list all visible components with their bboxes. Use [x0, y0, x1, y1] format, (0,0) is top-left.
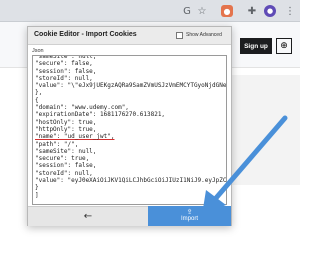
json-line: "session": false, — [35, 162, 97, 170]
extensions-icon[interactable]: ✚ — [246, 5, 258, 17]
popup-footer: ← ⇪ Import — [28, 206, 231, 226]
json-line: "httpOnly": true, — [35, 125, 97, 133]
json-line: "session": false, — [35, 67, 97, 75]
translate-icon[interactable]: G — [181, 5, 193, 17]
signup-button[interactable]: Sign up — [240, 38, 272, 54]
browser-toolbar: G ☆ ● ✚ ● ⋮ — [0, 0, 300, 22]
json-line: "storeId": null, — [35, 169, 93, 177]
menu-icon[interactable]: ⋮ — [284, 5, 296, 17]
json-line: "value": "\"eJx9jUEKgzAQRa9SamZVmUSJzVmE… — [35, 82, 227, 90]
cookie-editor-extension-icon[interactable]: ● — [221, 5, 233, 17]
import-label: Import — [180, 216, 198, 222]
json-line: } — [35, 184, 39, 192]
page-content-block — [232, 75, 300, 185]
json-line: { — [35, 96, 39, 104]
json-content: "sameSite": null, "secure": false, "sessio… — [33, 56, 227, 199]
json-line: "secure": true, — [35, 155, 90, 163]
json-line: "value": "eyJ0eXAiOiJKV1QiLCJhbGciOiJIUz… — [35, 177, 227, 185]
json-line: "sameSite": null, — [35, 147, 97, 155]
json-line: "hostOnly": true, — [35, 118, 97, 126]
globe-icon: ⊕ — [280, 41, 288, 51]
profile-icon[interactable]: ● — [264, 5, 276, 17]
cookie-editor-popup: Cookie Editor - Import Cookies Show Adva… — [27, 26, 232, 226]
import-button[interactable]: ⇪ Import — [148, 206, 231, 226]
popup-header: Cookie Editor - Import Cookies Show Adva… — [28, 27, 231, 45]
json-line: "storeId": null, — [35, 74, 93, 82]
show-advanced-checkbox[interactable] — [176, 32, 183, 39]
show-advanced-label[interactable]: Show Advanced — [186, 32, 222, 38]
json-line: "expirationDate": 1681176270.613821, — [35, 111, 166, 119]
json-line: "name": "ud_user_jwt", — [35, 133, 115, 141]
json-line: }, — [35, 89, 43, 97]
json-line: "domain": "www.udemy.com", — [35, 104, 129, 112]
star-icon[interactable]: ☆ — [196, 5, 208, 17]
json-line: "path": "/", — [35, 140, 79, 148]
json-textarea[interactable]: "sameSite": null, "secure": false, "sessio… — [32, 55, 227, 205]
back-button[interactable]: ← — [28, 206, 148, 226]
language-globe-button[interactable]: ⊕ — [276, 38, 292, 54]
json-label: Json — [32, 48, 44, 54]
json-line: "secure": false, — [35, 60, 93, 68]
popup-title: Cookie Editor - Import Cookies — [34, 31, 137, 38]
json-line: ] — [35, 191, 39, 199]
import-icon: ⇪ — [186, 208, 193, 216]
back-arrow-icon: ← — [83, 211, 93, 222]
